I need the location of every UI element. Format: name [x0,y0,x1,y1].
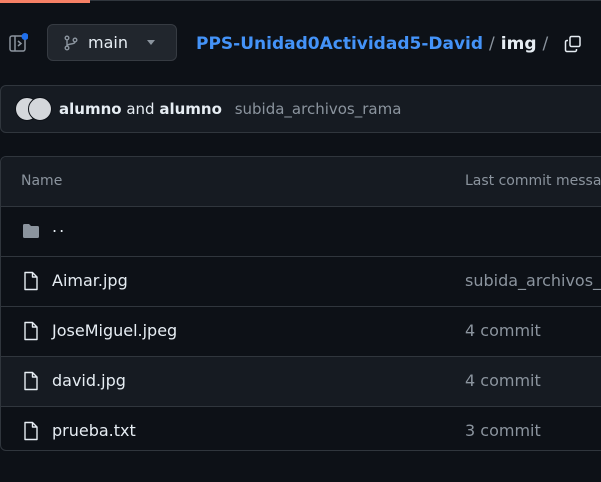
breadcrumb-separator: / [489,34,495,54]
file-name-link[interactable]: prueba.txt [52,421,136,440]
parent-directory-row[interactable]: .. [1,207,601,257]
table-header: Name Last commit message [1,157,601,207]
file-name-link[interactable]: david.jpg [52,371,126,390]
table-row[interactable]: JoseMiguel.jpeg 4 commit [1,307,601,357]
loading-progress-bar [0,0,90,3]
file-commit-message-link[interactable]: subida_archivos_rama [465,271,601,290]
breadcrumb-current-folder: img [500,34,537,54]
top-divider [90,0,601,1]
file-commit-message-link[interactable]: 4 commit [465,371,541,390]
copy-icon [564,35,581,53]
sidebar-expand-button[interactable] [8,33,29,53]
commit-message-link[interactable]: subida_archivos_rama [235,100,402,118]
git-branch-icon [64,35,78,50]
branch-selector-button[interactable]: main [47,24,177,61]
file-table: Name Last commit message .. Aimar.jpg su… [0,156,601,451]
file-name-link[interactable]: Aimar.jpg [52,271,128,290]
table-row[interactable]: david.jpg 4 commit [1,357,601,407]
file-name-link[interactable]: JoseMiguel.jpeg [52,321,177,340]
notification-dot [21,33,29,40]
file-icon [24,421,38,441]
avatar-group[interactable] [15,97,53,121]
breadcrumb: PPS-Unidad0Actividad5-David / img / [196,32,582,56]
breadcrumb-repo-link[interactable]: PPS-Unidad0Actividad5-David [196,34,483,54]
copy-path-button[interactable] [564,35,582,53]
file-icon [24,271,38,291]
breadcrumb-separator: / [542,34,549,54]
sidebar-expand-icon [9,33,29,52]
branch-label: main [88,33,128,52]
commit-author-link[interactable]: alumno [59,100,122,118]
table-row[interactable]: Aimar.jpg subida_archivos_rama [1,257,601,307]
file-icon [24,371,38,391]
latest-commit-bar: alumno and alumno subida_archivos_rama [0,85,601,133]
table-row[interactable]: prueba.txt 3 commit [1,407,601,450]
file-commit-message-link[interactable]: 3 commit [465,421,541,440]
column-header-name: Name [21,173,63,189]
file-commit-message-link[interactable]: 4 commit [465,321,541,340]
commit-author-and: and [126,100,155,118]
avatar [28,97,52,121]
chevron-down-icon [146,40,155,45]
column-header-last-commit: Last commit message [465,173,601,189]
folder-icon [23,224,39,238]
parent-directory-link[interactable]: .. [52,217,66,236]
file-icon [24,321,38,341]
commit-author-link[interactable]: alumno [159,100,222,118]
